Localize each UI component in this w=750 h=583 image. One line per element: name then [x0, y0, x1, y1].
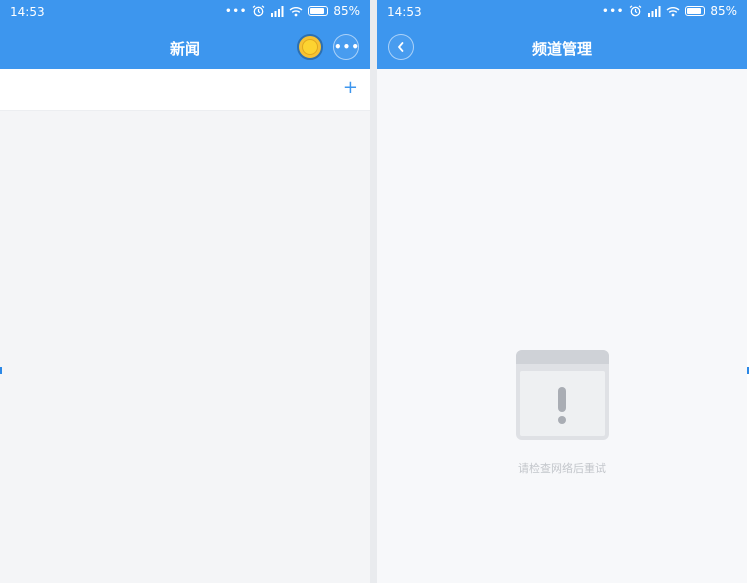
- status-time: 14:53: [387, 5, 422, 19]
- notification-dots: •••: [602, 5, 625, 17]
- page-title: 频道管理: [531, 40, 592, 58]
- status-time: 14:53: [10, 5, 45, 19]
- coin-button[interactable]: [297, 34, 323, 60]
- network-error-state: 请检查网络后重试: [377, 350, 747, 490]
- alarm-icon: [629, 5, 642, 17]
- wifi-icon: [289, 6, 303, 17]
- edge-marker-right: [747, 367, 749, 374]
- status-bar: 14:53 ••• 85%: [0, 0, 370, 26]
- battery-icon: [685, 6, 706, 16]
- coin-icon: [302, 39, 318, 55]
- error-message[interactable]: 请检查网络后重试: [377, 460, 747, 476]
- more-button[interactable]: •••: [333, 34, 359, 60]
- screen-divider: [370, 0, 377, 583]
- right-phone-screen: 14:53 ••• 85% 频道管理 请检查网络后重试: [377, 0, 747, 583]
- left-phone-screen: 14:53 ••• 85% 新闻 ••• +: [0, 0, 370, 583]
- window-titlebar: [516, 350, 609, 364]
- exclamation-bar: [558, 387, 566, 412]
- nav-bar: 新闻 •••: [0, 26, 370, 69]
- wifi-icon: [666, 6, 680, 17]
- signal-icon: [647, 5, 661, 17]
- add-channel-button[interactable]: +: [343, 79, 358, 97]
- edge-marker-left: [0, 367, 2, 374]
- status-bar: 14:53 ••• 85%: [377, 0, 747, 26]
- exclamation-dot: [558, 416, 566, 424]
- battery-percentage: 85%: [333, 4, 360, 18]
- status-icons: ••• 85%: [225, 4, 360, 18]
- window-exclamation-icon: [516, 350, 609, 440]
- nav-bar: 频道管理: [377, 26, 747, 69]
- battery-icon: [308, 6, 329, 16]
- battery-percentage: 85%: [710, 4, 737, 18]
- notification-dots: •••: [225, 5, 248, 17]
- signal-icon: [270, 5, 284, 17]
- alarm-icon: [252, 5, 265, 17]
- more-dots-icon: •••: [334, 40, 361, 54]
- status-icons: ••• 85%: [602, 4, 737, 18]
- channel-tab-bar: +: [0, 69, 370, 111]
